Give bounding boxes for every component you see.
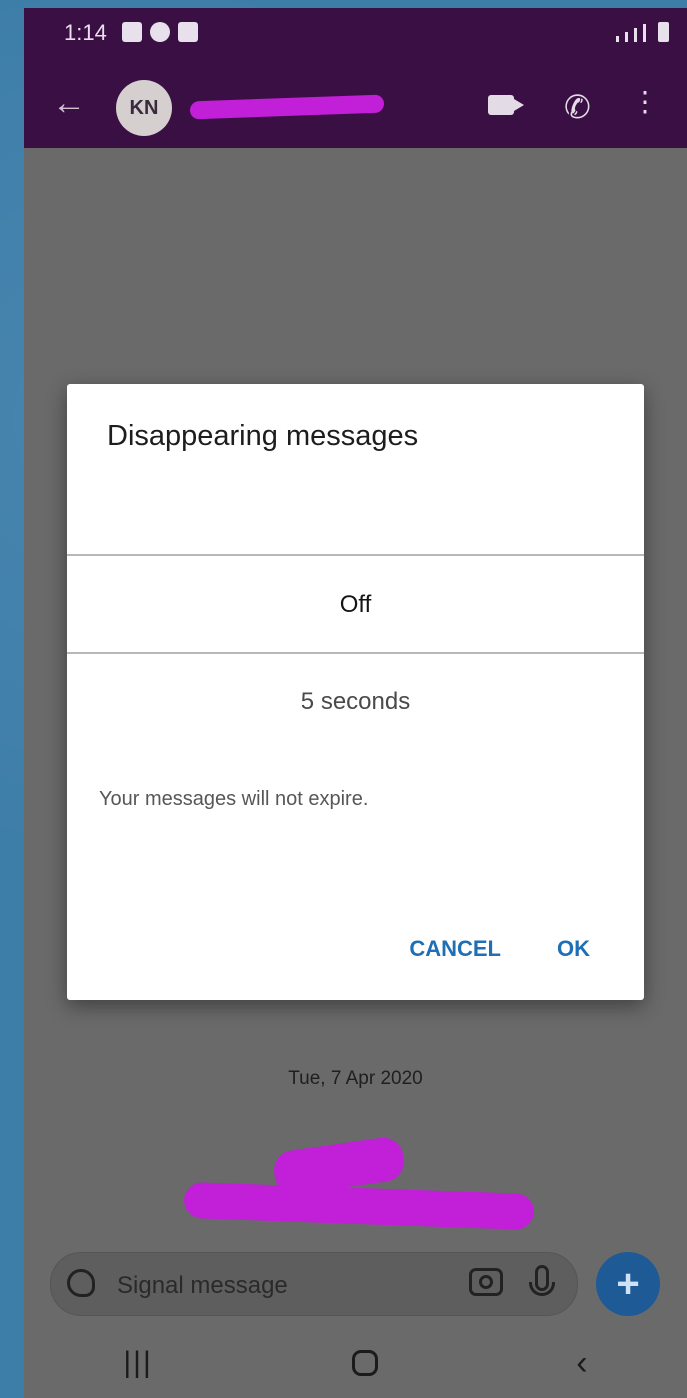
dialog-description: Your messages will not expire. [99,788,369,810]
signal-battery-indicators [616,22,669,42]
system-back-icon[interactable]: ‹ [576,1344,587,1383]
timer-option-selected[interactable]: Off [67,556,644,654]
camera-icon[interactable] [469,1268,503,1296]
battery-icon [658,22,669,42]
signal-bar-icon [634,28,637,42]
contact-avatar[interactable]: KN [116,80,172,136]
signal-bar-icon [643,24,646,42]
status-time: 1:14 [64,20,107,45]
signal-bar-icon [625,32,628,42]
dialog-title: Disappearing messages [107,420,419,452]
gallery-notification-icon [122,22,142,42]
conversation-app-bar: ← KN ✆ ⋮ [24,60,687,148]
picker-divider [67,652,644,654]
video-call-icon[interactable] [488,95,524,115]
recents-icon[interactable]: ||| [123,1346,152,1380]
plus-icon: + [616,1262,640,1306]
chat-notification-icon [178,22,198,42]
message-composer [50,1252,578,1316]
messenger-notification-icon [150,22,170,42]
back-arrow-icon[interactable]: ← [52,86,86,120]
timer-option[interactable]: 5 seconds [67,662,644,742]
dialog-actions: CANCEL OK [409,936,590,962]
more-options-icon[interactable]: ⋮ [631,88,659,116]
microphone-icon[interactable] [529,1265,555,1296]
ok-button[interactable]: OK [557,936,590,962]
wifi-icon [616,36,619,42]
add-attachment-button[interactable]: + [596,1252,660,1316]
message-redaction [183,1181,535,1231]
contact-name-redaction [190,94,384,120]
phone-screen: 1:14 ← KN ✆ ⋮ Tue, 7 Apr 2020 + [24,8,687,1398]
date-divider: Tue, 7 Apr 2020 [288,1068,423,1089]
sticker-icon[interactable] [67,1269,95,1297]
voice-call-icon[interactable]: ✆ [564,88,591,126]
disappearing-messages-dialog: Disappearing messages Off 5 seconds Your… [67,384,644,1000]
cancel-button[interactable]: CANCEL [409,936,501,962]
home-icon[interactable] [351,1350,378,1376]
status-bar: 1:14 [24,8,687,60]
message-input[interactable] [115,1269,399,1303]
notification-icons [122,22,198,42]
avatar-initials: KN [129,96,159,119]
system-navigation-bar: ||| ‹ [24,1328,687,1398]
